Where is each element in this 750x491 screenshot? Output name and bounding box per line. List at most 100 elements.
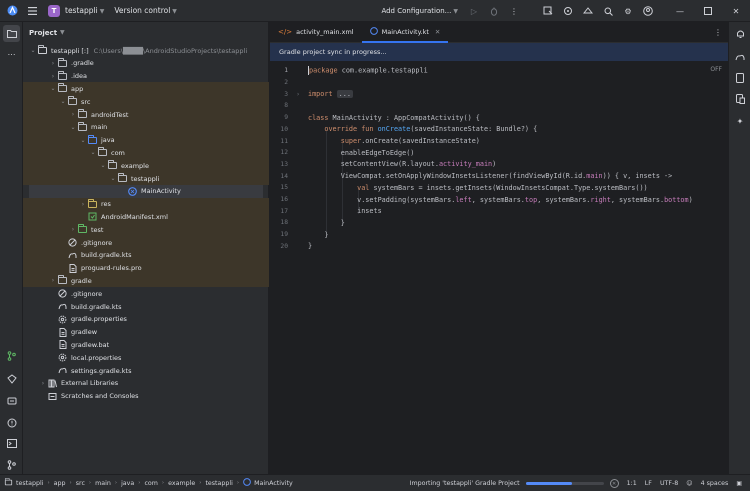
tree-item[interactable]: gradle.properties [23,313,269,326]
tree-root[interactable]: ⌄ testappli [:] C:\Users\████\AndroidStudi… [23,44,269,57]
memory-indicator-icon[interactable]: ▣ [736,480,742,487]
more-tool-windows-icon[interactable]: ⋯ [3,46,20,63]
logcat-icon[interactable] [3,392,20,409]
problems-icon[interactable] [3,414,20,431]
tree-item[interactable]: ⌄ com [23,146,269,160]
tree-item[interactable]: ⌄ java [23,133,269,147]
gemini-icon[interactable]: ✦ [732,113,748,129]
file-encoding[interactable]: UTF-8 [660,480,678,487]
tree-item[interactable]: gradlew [23,326,269,339]
tree-item[interactable]: local.properties [23,351,269,364]
running-devices-icon[interactable] [732,91,748,107]
version-control-icon[interactable] [3,347,20,364]
maximize-icon[interactable] [694,0,722,22]
device-manager-icon[interactable] [558,0,578,22]
chevron-right-icon[interactable]: › [49,277,57,284]
cancel-task-icon[interactable]: ✕ [609,479,619,488]
code-line[interactable]: 3 › import ... [270,88,728,100]
tree-item[interactable]: gradlew.bat [23,338,269,351]
code-line[interactable]: 10 override fun onCreate(savedInstanceSt… [270,124,728,136]
tree-item[interactable]: Scratches and Consoles [23,390,269,403]
account-icon[interactable] [638,0,658,22]
breadcrumb-item[interactable]: src [76,480,85,487]
breadcrumb-item[interactable]: java [121,480,134,487]
indent-setting[interactable]: 4 spaces [701,480,729,487]
tree-item[interactable]: › test [23,223,269,237]
line-separator[interactable]: LF [645,480,652,487]
chevron-down-icon[interactable]: ⌄ [99,162,107,169]
code-line[interactable]: 19 } [270,229,728,241]
tree-item[interactable]: › External Libraries [23,377,269,390]
caret-position[interactable]: 1:1 [627,480,637,487]
chevron-down-icon[interactable]: ⌄ [49,85,57,92]
code-line[interactable]: 1 package com.example.testappli [270,65,728,77]
breadcrumb-item[interactable]: testappli [16,480,43,487]
tree-item[interactable]: ⌄ app [23,82,269,96]
run-configuration-selector[interactable]: Add Configuration... ▼ [381,7,458,15]
breadcrumb-item[interactable]: app [54,480,66,487]
readonly-toggle-icon[interactable]: ☺ [686,480,692,487]
sync-gradle-icon[interactable] [538,0,558,22]
tree-item[interactable]: ⌄ main [23,120,269,134]
tree-item[interactable]: proguard-rules.pro [23,261,269,275]
git-icon[interactable] [3,456,20,473]
code-line[interactable]: 17 insets [270,205,728,217]
background-task-label[interactable]: Importing 'testappli' Gradle Project [410,480,520,487]
tree-item[interactable]: › res [23,197,269,211]
settings-gear-icon[interactable]: ⚙ [618,0,638,22]
chevron-right-icon[interactable]: › [69,226,77,233]
debug-icon[interactable] [484,0,504,22]
chevron-down-icon[interactable]: ⌄ [89,149,97,156]
tree-item[interactable]: › .gradle [23,57,269,70]
breadcrumb-item[interactable]: MainActivity [254,480,293,487]
project-selector[interactable]: testappli ▼ [65,6,104,15]
code-line[interactable]: 13 setContentView(R.layout.activity_main… [270,159,728,171]
chevron-down-icon[interactable]: ⌄ [69,124,77,131]
code-line[interactable]: 20} [270,241,728,253]
breadcrumb-item[interactable]: com [144,480,157,487]
close-window-icon[interactable]: ✕ [722,0,750,22]
build-variants-icon[interactable] [3,370,20,387]
tab-more-icon[interactable]: ⋮ [708,22,728,42]
code-line[interactable]: 12 enableEdgeToEdge() [270,147,728,159]
code-line[interactable]: 2 [270,77,728,89]
chevron-down-icon[interactable]: ⌄ [59,98,67,105]
close-tab-icon[interactable]: ✕ [435,28,440,36]
project-panel-header[interactable]: Project ▼ [23,22,268,43]
chevron-down-icon[interactable]: ⌄ [109,175,117,182]
tree-item[interactable]: ⌄ testappli [23,172,269,185]
tree-item[interactable]: › gradle [23,274,269,288]
run-icon[interactable]: ▷ [464,0,484,22]
tab-mainactivity-kt[interactable]: MainActivity.kt ✕ [361,22,449,43]
chevron-down-icon[interactable]: ⌄ [79,137,87,144]
android-studio-logo-icon[interactable] [2,0,22,22]
tree-item[interactable]: build.gradle.kts [23,300,269,313]
tree-item[interactable]: .gitignore [23,287,269,300]
more-actions-icon[interactable]: ⋮ [504,0,524,22]
tree-item[interactable]: › .idea [23,70,269,83]
fold-toggle-icon[interactable]: › [288,91,308,98]
breadcrumb-item[interactable]: example [168,480,195,487]
chevron-right-icon[interactable]: › [79,201,87,208]
tree-item[interactable]: settings.gradle.kts [23,364,269,377]
device-explorer-icon[interactable] [732,70,748,86]
code-editor[interactable]: 1 package com.example.testappli 2 3 › import … [270,61,728,474]
tree-item[interactable]: ⌄ src [23,95,269,109]
chevron-right-icon[interactable]: › [69,111,77,118]
search-icon[interactable] [598,0,618,22]
sdk-manager-icon[interactable] [578,0,598,22]
minimize-icon[interactable]: — [666,0,694,22]
code-line[interactable]: 11 super.onCreate(savedInstanceState) [270,135,728,147]
tab-activity-main-xml[interactable]: </> activity_main.xml [270,22,362,42]
breadcrumb-item[interactable]: testappli [205,480,232,487]
chevron-right-icon[interactable]: › [49,60,57,67]
code-line[interactable]: 9 class MainActivity : AppCompatActivity(… [270,112,728,124]
tree-item[interactable]: build.gradle.kts [23,248,269,262]
project-tool-window-icon[interactable] [3,25,20,42]
tree-item[interactable]: AndroidManifest.xml [23,210,269,224]
inspection-off-badge[interactable]: OFF [710,66,722,73]
code-line[interactable]: 18 } [270,217,728,229]
chevron-right-icon[interactable]: › [39,380,47,387]
tree-item[interactable]: MainActivity [29,184,263,198]
project-badge[interactable]: T [48,4,60,17]
